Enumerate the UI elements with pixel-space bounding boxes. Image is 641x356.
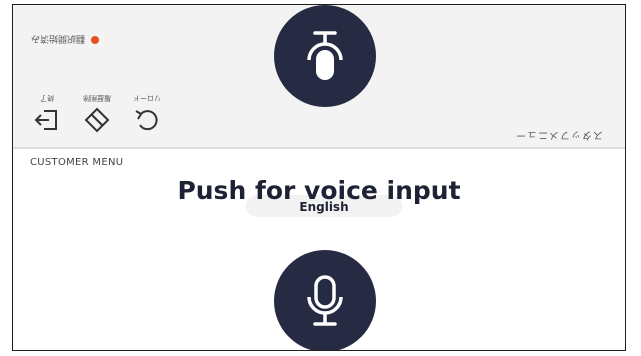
staff-status-text: 翻訳開始済み [31, 33, 86, 43]
staff-clear-history-button[interactable]: 履歴削除 [77, 93, 117, 135]
microphone-icon [307, 275, 343, 326]
staff-reload-button[interactable]: リロード [127, 93, 167, 135]
exit-icon [34, 110, 57, 130]
reload-label: リロード [133, 94, 161, 102]
customer-mic-button[interactable] [274, 250, 376, 350]
push-for-voice-label: Push for voice input [177, 176, 461, 205]
staff-mic-button[interactable] [274, 5, 376, 107]
exit-label: 終了 [40, 94, 54, 102]
translation-screen: 翻訳開始済み 終了 履歴削除 リロード スタッフメニュー CUSTOMER ME… [12, 4, 626, 351]
status-dot [91, 35, 100, 44]
microphone-icon [307, 31, 343, 80]
staff-language-label: スタッフメニュー [515, 129, 603, 140]
clear-history-label: 履歴削除 [83, 94, 111, 102]
reload-icon [135, 110, 158, 131]
eraser-icon [84, 107, 110, 133]
customer-menu-label: CUSTOMER MENU [30, 157, 124, 168]
staff-exit-button[interactable]: 終了 [27, 93, 67, 135]
staff-status: 翻訳開始済み [31, 33, 100, 46]
